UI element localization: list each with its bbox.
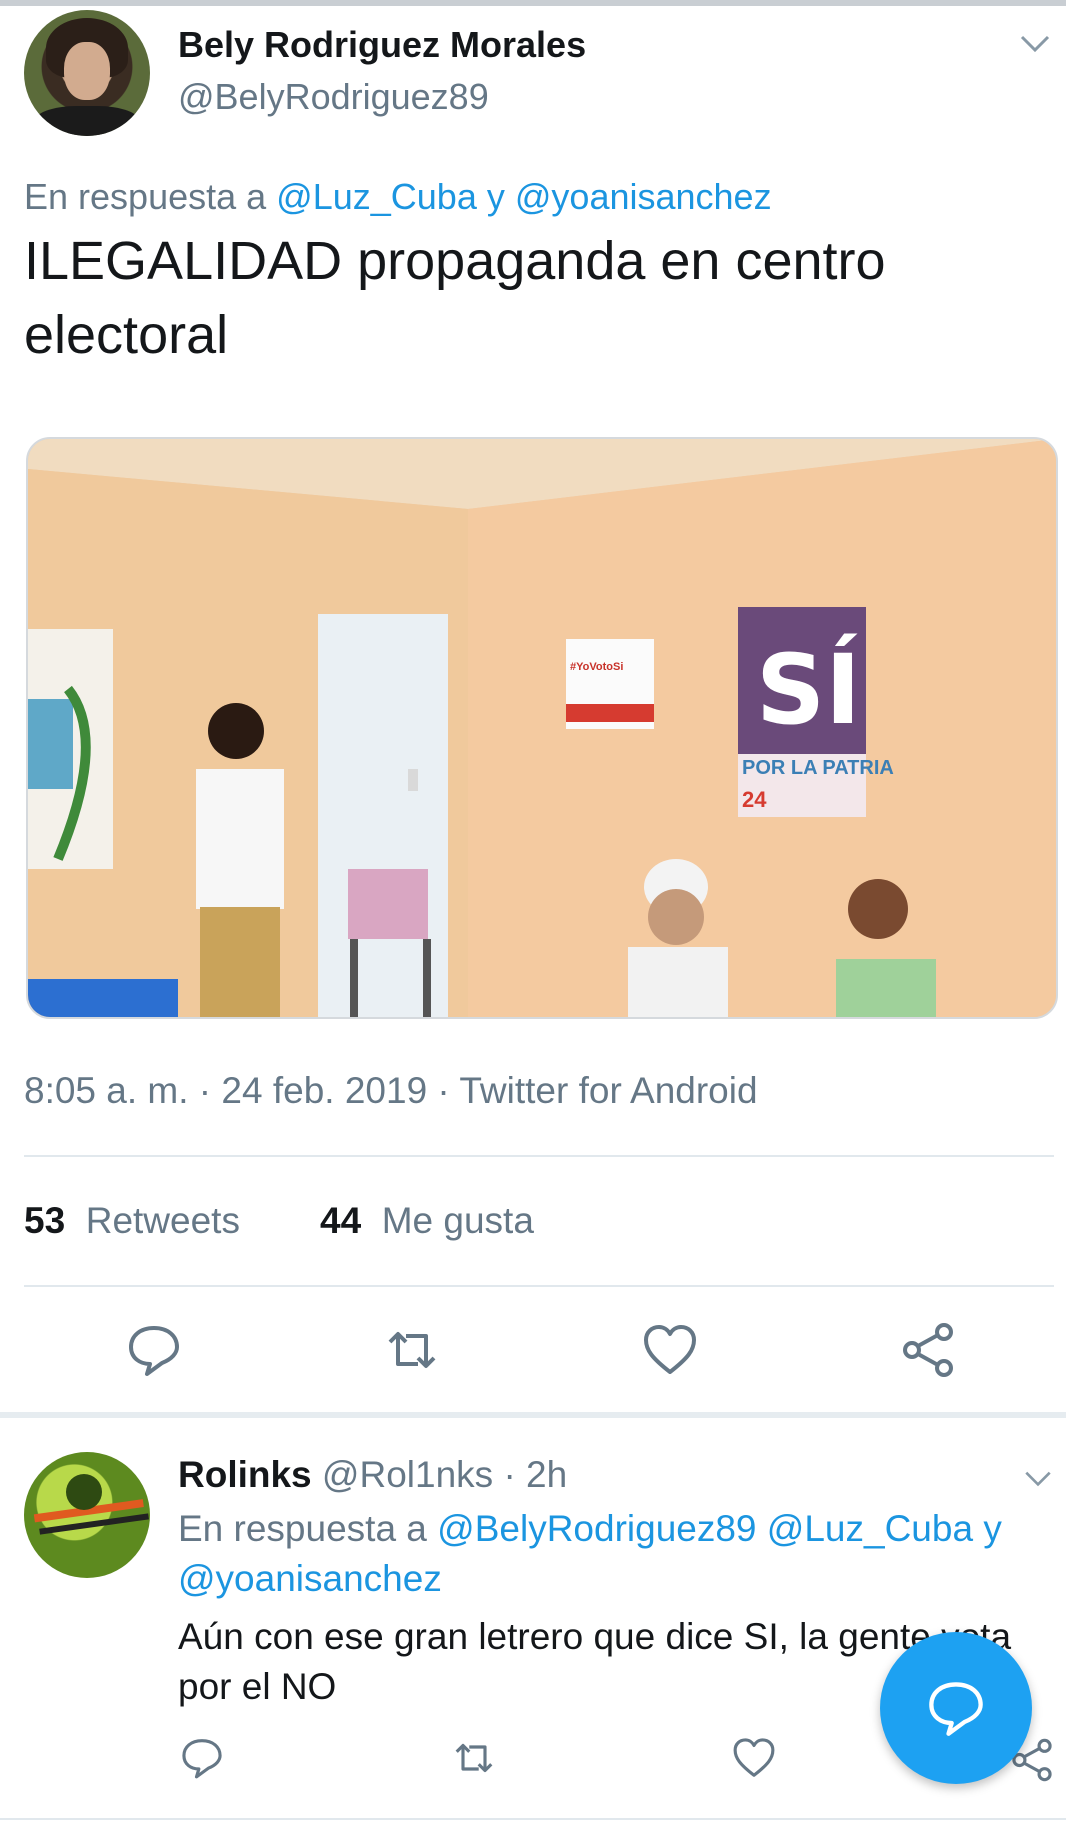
retweets-stat[interactable]: 53 Retweets [24,1200,240,1242]
poster-big-num: 24 [742,787,767,812]
reply-time: · 2h [503,1454,568,1495]
reply-context: En respuesta a @BelyRodriguez89 @Luz_Cub… [178,1504,1058,1604]
mention-link[interactable]: @Luz_Cuba [276,176,477,217]
poster-big-word: SÍ [756,634,861,746]
reply-icon[interactable] [180,1736,224,1780]
retweet-icon[interactable] [384,1322,440,1378]
chevron-down-icon[interactable] [1020,34,1050,54]
compose-reply-icon [929,1682,983,1736]
likes-count: 44 [320,1200,362,1241]
chevron-down-icon[interactable] [1024,1470,1052,1488]
retweets-count: 53 [24,1200,66,1241]
poster-big-sub: POR LA PATRIA [742,757,894,779]
reply-prefix: En respuesta a [24,176,267,217]
heart-icon[interactable] [732,1736,776,1780]
section-divider [0,1412,1066,1418]
photo-scene [28,439,1056,1017]
author-handle[interactable]: @BelyRodriguez89 [178,76,489,118]
likes-label: Me gusta [381,1200,534,1241]
mention-link[interactable]: @yoanisanchez [178,1558,442,1599]
share-icon[interactable] [900,1322,956,1378]
reply-author-name[interactable]: Rolinks [178,1454,312,1495]
top-divider [0,0,1066,6]
poster-small-tag: #YoVotoSi [570,661,624,673]
reply-author-avatar[interactable] [24,1452,150,1578]
likes-stat[interactable]: 44 Me gusta [320,1200,534,1242]
divider [24,1155,1054,1157]
reply-prefix: En respuesta a [178,1508,427,1549]
author-avatar[interactable] [24,10,150,136]
reply-author-handle[interactable]: @Rol1nks [322,1454,493,1495]
retweets-label: Retweets [85,1200,240,1241]
reply-context: En respuesta a @Luz_Cuba y @yoanisanchez [24,176,772,218]
mention-link[interactable]: @Luz_Cuba [767,1508,973,1549]
author-name[interactable]: Bely Rodriguez Morales [178,24,586,66]
tweet-text: ILEGALIDAD propaganda en centro electora… [24,231,886,365]
reply-and: y [983,1508,1002,1549]
bottom-divider [0,1818,1066,1820]
reply-and: y [486,176,505,217]
mention-link[interactable]: @BelyRodriguez89 [437,1508,756,1549]
heart-icon[interactable] [642,1322,698,1378]
divider [24,1285,1054,1287]
mention-link[interactable]: @yoanisanchez [515,176,772,217]
tweet-photo[interactable]: #YoVotoSi SÍ POR LA PATRIA 24 [26,437,1058,1019]
reply-header: Rolinks @Rol1nks · 2h [178,1454,567,1496]
retweet-icon[interactable] [452,1736,496,1780]
reply-icon[interactable] [126,1322,182,1378]
tweet-meta: 8:05 a. m. · 24 feb. 2019 · Twitter for … [24,1070,758,1111]
compose-reply-button[interactable] [880,1632,1032,1784]
